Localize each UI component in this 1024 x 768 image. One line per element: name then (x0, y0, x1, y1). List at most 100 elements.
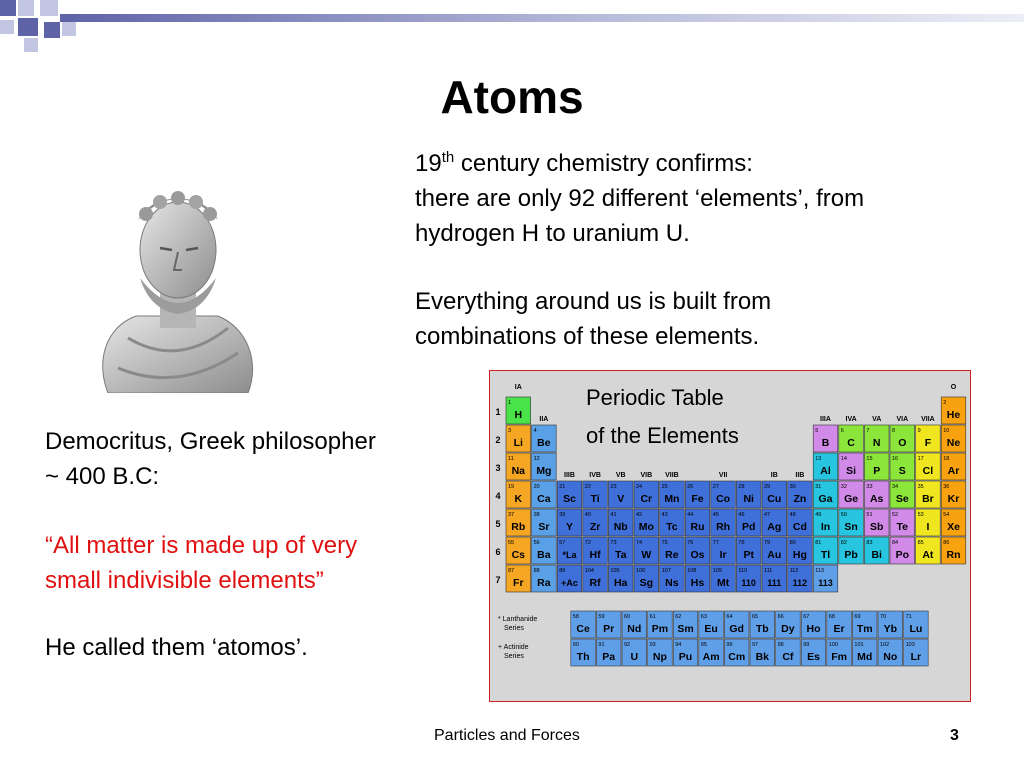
element-11-symbol: Na (512, 465, 526, 477)
element-53-number: 53 (918, 512, 924, 518)
element-98-number: 98 (778, 642, 784, 648)
element-49-number: 49 (815, 512, 821, 518)
element-52-symbol: Te (897, 521, 909, 533)
element-31-symbol: Ga (818, 493, 832, 505)
element-4-symbol: Be (537, 437, 551, 449)
element-24-number: 24 (636, 484, 642, 490)
element-73-symbol: Ta (615, 549, 627, 561)
element-71-symbol: Lu (909, 623, 922, 635)
element-12-symbol: Mg (536, 465, 551, 477)
group-label-IVB: IVB (589, 472, 601, 479)
everything-paragraph: Everything around us is built from combi… (415, 284, 995, 354)
element-47-symbol: Ag (767, 521, 781, 533)
century-text: century chemistry confirms: (454, 150, 753, 177)
element-112-number: 112 (790, 568, 799, 574)
atomos-text: He called them ‘atomos’. (45, 634, 308, 661)
element-52-number: 52 (892, 512, 898, 518)
element-67-symbol: Ho (807, 623, 821, 635)
group-label-VA: VA (872, 416, 881, 423)
element-10-symbol: Ne (947, 437, 961, 449)
element-41-symbol: Nb (614, 521, 628, 533)
element-92-symbol: U (631, 651, 639, 663)
element-6-number: 6 (841, 428, 844, 434)
element-29-symbol: Cu (767, 493, 781, 505)
group-label-IIIB: IIIB (564, 472, 575, 479)
element-98-symbol: Cf (782, 651, 794, 663)
democritus-quote: “All matter is made up of very small ind… (45, 528, 465, 598)
element-95-number: 95 (701, 642, 707, 648)
element-3-number: 3 (508, 428, 511, 434)
element-39-symbol: Y (566, 521, 573, 533)
element-69-number: 69 (854, 614, 860, 620)
element-78-number: 78 (738, 540, 744, 546)
element-110-number: 110 (738, 568, 747, 574)
period-label-2: 2 (495, 435, 500, 445)
element-2-number: 2 (943, 400, 946, 406)
element-25-symbol: Mn (664, 493, 679, 505)
element-31-number: 31 (815, 484, 821, 490)
group-label-IIIA: IIIA (820, 416, 831, 423)
element-15-number: 15 (866, 456, 872, 462)
element-49-symbol: In (821, 521, 830, 533)
element-33-symbol: As (870, 493, 884, 505)
element-94-number: 94 (675, 642, 681, 648)
periodic-table-svg: Periodic Tableof the Elements1234567IAII… (495, 384, 967, 667)
group-label-VIIB: VIIB (665, 472, 679, 479)
element-23-number: 23 (610, 484, 616, 490)
element-36-number: 36 (943, 484, 949, 490)
element-9-symbol: F (925, 437, 932, 449)
element-70-number: 70 (880, 614, 886, 620)
element-51-number: 51 (866, 512, 872, 518)
element-22-symbol: Ti (591, 493, 600, 505)
element-74-number: 74 (636, 540, 642, 546)
element-39-number: 39 (559, 512, 565, 518)
element-83-symbol: Bi (871, 549, 882, 561)
democritus-caption: Democritus, Greek philosopher ~ 400 B.C: (45, 424, 465, 494)
everything-line1: Everything around us is built from (415, 288, 772, 315)
hydrogen-line: hydrogen H to uranium U. (415, 220, 690, 247)
element-113-number: 113 (815, 568, 824, 574)
element-66-symbol: Dy (781, 623, 795, 635)
element-96-symbol: Cm (728, 651, 745, 663)
element-68-number: 68 (829, 614, 835, 620)
element-38-symbol: Sr (538, 521, 549, 533)
century-suffix: th (441, 149, 455, 166)
element-95-symbol: Am (703, 651, 720, 663)
element-111-symbol: 111 (767, 578, 781, 588)
element-101-number: 101 (854, 642, 863, 648)
group-label-VII: VII (719, 472, 728, 479)
element-65-number: 65 (752, 614, 758, 620)
group-label-O: O (951, 384, 957, 391)
element-21-number: 21 (559, 484, 565, 490)
header-gradient-bar (60, 14, 1024, 22)
element-20-symbol: Ca (537, 493, 551, 505)
period-label-7: 7 (495, 575, 500, 585)
element-45-number: 45 (713, 512, 719, 518)
element-85-symbol: At (922, 549, 934, 561)
element-44-symbol: Ru (691, 521, 705, 533)
element-59-symbol: Pr (603, 623, 614, 635)
element-86-symbol: Rn (947, 549, 961, 561)
element-40-symbol: Zr (590, 521, 601, 533)
element-60-number: 60 (624, 614, 630, 620)
element-5-symbol: B (822, 437, 830, 449)
element-106-symbol: Sg (640, 577, 653, 589)
element-1-number: 1 (508, 400, 511, 406)
element-81-symbol: Tl (821, 549, 830, 561)
element-8-number: 8 (892, 428, 895, 434)
element-43-symbol: Tc (666, 521, 678, 533)
element-23-symbol: V (617, 493, 624, 505)
caption-line2: ~ 400 B.C: (45, 463, 160, 490)
element-100-symbol: Fm (831, 651, 847, 663)
actinide-series-label: Series (504, 653, 524, 660)
element-13-symbol: Al (820, 465, 831, 477)
group-label-VIB: VIB (640, 472, 652, 479)
everything-line2: combinations of these elements. (415, 323, 760, 350)
element-48-symbol: Cd (793, 521, 807, 533)
element-85-number: 85 (918, 540, 924, 546)
element-104-symbol: Rf (590, 577, 602, 589)
actinide-label: + Actinide (498, 644, 529, 651)
element-34-number: 34 (892, 484, 898, 490)
element-68-symbol: Er (834, 623, 845, 635)
element-111-number: 111 (764, 568, 772, 574)
